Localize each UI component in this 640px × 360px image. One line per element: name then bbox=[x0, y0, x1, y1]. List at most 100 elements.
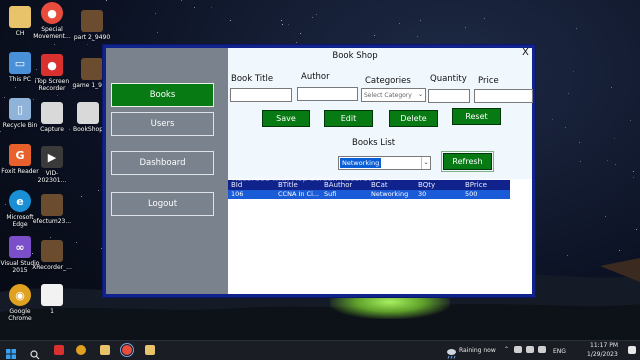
delete-button[interactable]: Delete bbox=[389, 110, 438, 127]
star bbox=[87, 44, 88, 45]
folder-icon bbox=[9, 6, 31, 28]
video-file-icon bbox=[81, 58, 103, 80]
chrome-taskbar-icon-active[interactable] bbox=[120, 343, 134, 357]
desktop-icon[interactable]: ● Special Movement... bbox=[32, 2, 72, 40]
recorder-icon: ● bbox=[41, 54, 63, 76]
save-button[interactable]: Save bbox=[262, 110, 310, 127]
star bbox=[615, 164, 616, 165]
foxit-icon: G bbox=[9, 144, 31, 166]
star bbox=[316, 14, 317, 15]
edge-icon: e bbox=[9, 190, 31, 212]
file-explorer-icon[interactable] bbox=[100, 345, 110, 355]
chrome-icon: ◉ bbox=[9, 284, 31, 306]
desktop-icon[interactable]: part 2_9490 bbox=[72, 10, 112, 41]
battery-icon[interactable] bbox=[514, 346, 522, 353]
star bbox=[312, 17, 313, 18]
star bbox=[465, 27, 466, 28]
category-filter-value: Networking bbox=[340, 158, 382, 168]
star bbox=[374, 35, 375, 36]
star bbox=[417, 36, 418, 37]
books-list-label: Books List bbox=[352, 138, 396, 148]
table-cell: 106 bbox=[231, 190, 244, 198]
star bbox=[54, 44, 55, 45]
star bbox=[194, 7, 195, 8]
chrome-taskbar-icon[interactable] bbox=[76, 345, 86, 355]
desktop-icon[interactable]: ▶ VID-202301... bbox=[32, 146, 72, 184]
video-file-icon: ▶ bbox=[41, 146, 63, 168]
column-header-bqty[interactable]: BQty bbox=[418, 180, 435, 190]
quantity-label: Quantity bbox=[430, 74, 467, 84]
weather-icon[interactable] bbox=[446, 344, 457, 359]
star bbox=[15, 87, 16, 88]
column-header-bprice[interactable]: BPrice bbox=[465, 180, 487, 190]
table-cell: 30 bbox=[418, 190, 427, 198]
clock-time[interactable]: 11:17 PM bbox=[590, 342, 618, 349]
star bbox=[636, 229, 637, 230]
star bbox=[76, 242, 77, 243]
star bbox=[484, 18, 485, 19]
author-input[interactable] bbox=[297, 87, 358, 101]
edit-button[interactable]: Edit bbox=[324, 110, 373, 127]
desktop-icon[interactable]: XRecorder_... bbox=[32, 240, 72, 271]
clock-date[interactable]: 1/29/2023 bbox=[587, 351, 618, 358]
desktop-icon[interactable]: 1 bbox=[32, 284, 72, 315]
desktop-icon[interactable]: ● iTop Screen Recorder bbox=[32, 54, 72, 92]
video-file-icon bbox=[41, 240, 63, 262]
table-cell: Networking bbox=[371, 190, 409, 198]
star bbox=[211, 7, 212, 8]
author-label: Author bbox=[301, 72, 330, 82]
star bbox=[0, 131, 1, 132]
star bbox=[106, 0, 107, 1]
categories-label: Categories bbox=[365, 76, 411, 86]
recorder-taskbar-icon[interactable] bbox=[54, 345, 64, 355]
star bbox=[573, 71, 574, 72]
volume-icon[interactable] bbox=[538, 346, 546, 353]
star bbox=[420, 20, 421, 21]
star bbox=[579, 142, 580, 143]
app-taskbar-icon[interactable] bbox=[145, 345, 155, 355]
refresh-button[interactable]: Refresh bbox=[441, 151, 494, 172]
star bbox=[281, 20, 282, 21]
computer-icon: ▭ bbox=[9, 52, 31, 74]
table-cell: CCNA In Ci... bbox=[278, 190, 320, 198]
chevron-up-icon[interactable]: ⌃ bbox=[504, 346, 509, 353]
windows-start-icon[interactable] bbox=[6, 344, 16, 359]
sidebar-item-users[interactable]: Users bbox=[111, 112, 214, 136]
star bbox=[605, 216, 606, 217]
weather-text[interactable]: Raining now bbox=[459, 347, 496, 354]
image-file-icon bbox=[41, 102, 63, 124]
sidebar-item-dashboard[interactable]: Dashboard bbox=[111, 151, 214, 175]
language-indicator[interactable]: ENG bbox=[553, 348, 566, 355]
image-file-icon bbox=[77, 102, 99, 124]
table-cell: Sufi bbox=[324, 190, 337, 198]
sidebar-item-books[interactable]: Books bbox=[111, 83, 214, 107]
star bbox=[607, 160, 608, 161]
category-select-placeholder: Select Category bbox=[364, 91, 412, 99]
book-title-input[interactable] bbox=[230, 88, 292, 102]
star bbox=[181, 0, 182, 1]
quantity-input[interactable] bbox=[428, 89, 470, 103]
wifi-icon[interactable] bbox=[526, 346, 534, 353]
file-icon bbox=[41, 284, 63, 306]
reset-button[interactable]: Reset bbox=[452, 108, 501, 125]
star bbox=[155, 13, 156, 14]
category-filter-select[interactable]: Networking ⌄ bbox=[338, 156, 431, 170]
desktop-icon[interactable]: Capture bbox=[32, 102, 72, 133]
table-row[interactable]: 106 CCNA In Ci... Sufi Networking 30 500 bbox=[228, 190, 510, 199]
page-title: Book Shop bbox=[332, 51, 378, 61]
price-label: Price bbox=[478, 76, 499, 86]
video-file-icon bbox=[41, 194, 63, 216]
price-input[interactable] bbox=[474, 89, 533, 103]
chrome-icon: ● bbox=[41, 2, 63, 24]
sidebar-item-logout[interactable]: Logout bbox=[111, 192, 214, 216]
star bbox=[619, 250, 620, 251]
desktop-icon[interactable]: efectum23... bbox=[32, 194, 72, 225]
search-icon[interactable] bbox=[30, 345, 40, 360]
close-button[interactable]: X bbox=[522, 47, 529, 58]
star bbox=[576, 28, 577, 29]
book-title-label: Book Title bbox=[231, 74, 274, 84]
star bbox=[568, 93, 569, 94]
notification-icon[interactable] bbox=[628, 346, 636, 354]
category-select[interactable]: Select Category ⌄ bbox=[361, 88, 426, 102]
chevron-down-icon: ⌄ bbox=[421, 157, 430, 169]
